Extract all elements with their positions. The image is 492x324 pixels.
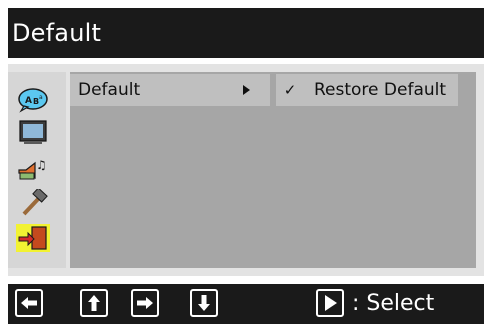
up-arrow-icon[interactable] <box>80 289 108 317</box>
submenu-arrow-icon <box>243 85 250 95</box>
audio-icon[interactable]: ♫ <box>16 154 50 182</box>
svg-text:A: A <box>25 96 32 106</box>
page-title: Default <box>8 8 484 58</box>
language-icon[interactable]: A B a <box>16 85 50 113</box>
menu-item-default[interactable]: Default <box>70 74 270 106</box>
tools-icon[interactable] <box>16 189 50 217</box>
submenu-item-label: Restore Default <box>314 80 447 100</box>
svg-text:♫: ♫ <box>36 158 47 172</box>
left-arrow-icon[interactable] <box>15 289 43 317</box>
select-hint: : Select <box>352 291 435 316</box>
exit-icon[interactable] <box>16 224 50 252</box>
osd-window: Default A B a ♫ Default ✓ Restore Defaul… <box>0 0 492 324</box>
svg-text:a: a <box>39 94 43 101</box>
right-arrow-icon[interactable] <box>131 289 159 317</box>
down-arrow-icon[interactable] <box>190 289 218 317</box>
play-icon[interactable] <box>316 289 344 317</box>
checkmark-icon: ✓ <box>283 81 297 99</box>
picture-icon[interactable] <box>16 118 50 146</box>
